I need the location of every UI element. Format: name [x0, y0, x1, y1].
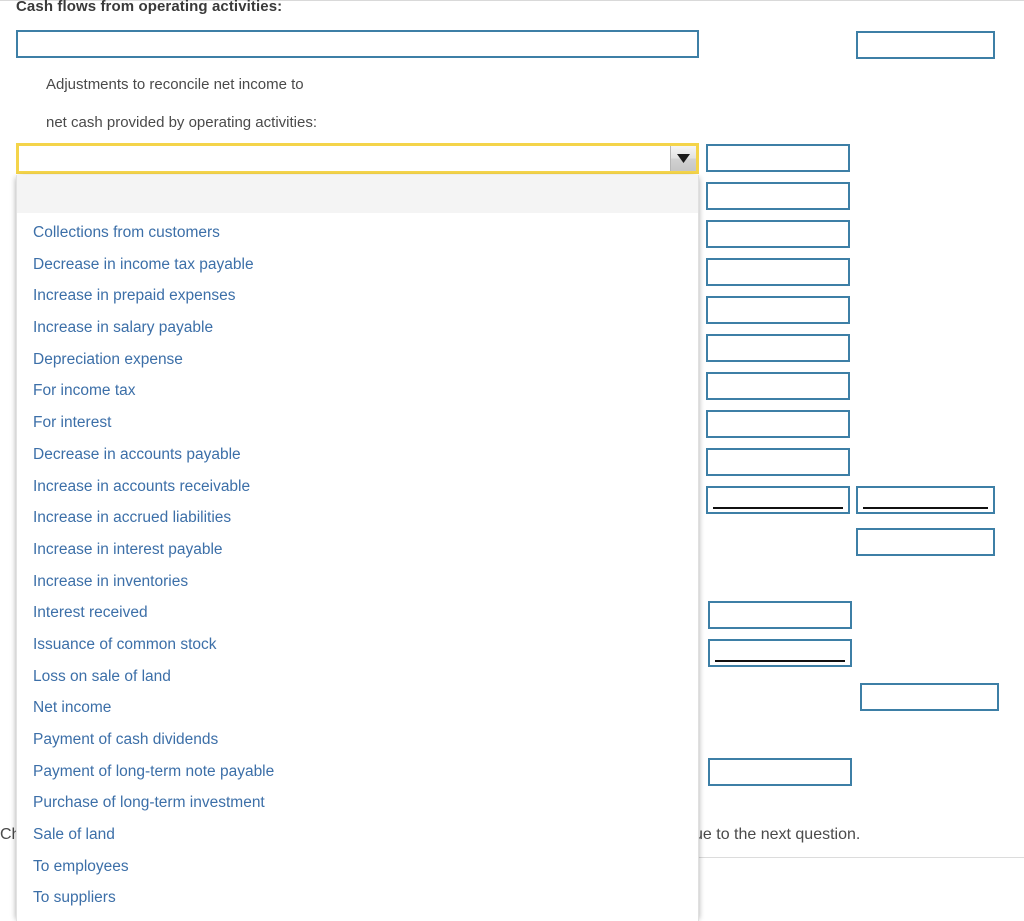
option-item[interactable]: Net income — [17, 692, 698, 724]
option-item[interactable]: Decrease in income tax payable — [17, 249, 698, 281]
amount-input-8[interactable] — [706, 410, 850, 438]
amount-input-right-1[interactable] — [856, 31, 995, 59]
amount-input-11[interactable] — [708, 758, 852, 786]
option-item[interactable]: For interest — [17, 407, 698, 439]
option-item[interactable]: Payment of long-term note payable — [17, 756, 698, 788]
option-item[interactable]: Increase in accounts receivable — [17, 471, 698, 503]
option-item[interactable]: Interest received — [17, 597, 698, 629]
amount-input-1[interactable] — [706, 144, 850, 172]
option-item[interactable]: Issuance of common stock — [17, 629, 698, 661]
option-item[interactable]: To suppliers — [17, 882, 698, 914]
amount-input-right-2[interactable] — [856, 528, 995, 556]
cash-flow-worksheet-page: Cash flows from operating activities: Ad… — [0, 0, 1024, 921]
amount-input-4[interactable] — [706, 258, 850, 286]
option-item[interactable]: Purchase of long-term investment — [17, 787, 698, 819]
total-underline — [713, 507, 843, 509]
operating-activities-select-listbox[interactable]: Collections from customers Decrease in in… — [16, 175, 699, 921]
option-item[interactable]: Collections from customers — [17, 217, 698, 249]
option-item[interactable]: Increase in accrued liabilities — [17, 502, 698, 534]
option-item[interactable]: Payment of cash dividends — [17, 724, 698, 756]
amount-input-right-3[interactable] — [860, 683, 999, 711]
amount-input-9[interactable] — [706, 448, 850, 476]
option-item[interactable]: Increase in inventories — [17, 566, 698, 598]
amount-input-3[interactable] — [706, 220, 850, 248]
subtotal-input-1[interactable] — [706, 486, 850, 514]
amount-input-10[interactable] — [708, 601, 852, 629]
total-input-1[interactable] — [856, 486, 995, 514]
footer-text-right: ue to the next question. — [694, 826, 861, 843]
option-item[interactable]: Sale of land — [17, 819, 698, 851]
operating-activities-select[interactable] — [16, 143, 699, 174]
option-blank[interactable] — [17, 175, 698, 214]
amount-input-2[interactable] — [706, 182, 850, 210]
option-item[interactable]: To employees — [17, 851, 698, 883]
option-item[interactable]: Increase in prepaid expenses — [17, 280, 698, 312]
description-input-1[interactable] — [16, 30, 699, 58]
option-item[interactable]: Increase in interest payable — [17, 534, 698, 566]
total-underline — [863, 507, 988, 509]
option-item[interactable]: Loss on sale of land — [17, 661, 698, 693]
chevron-down-icon[interactable] — [670, 146, 696, 171]
option-list: Collections from customers Decrease in in… — [17, 214, 698, 914]
adjustments-label-line-2: net cash provided by operating activitie… — [46, 114, 317, 131]
option-item[interactable]: Decrease in accounts payable — [17, 439, 698, 471]
amount-input-5[interactable] — [706, 296, 850, 324]
page-title: Cash flows from operating activities: — [16, 0, 283, 15]
adjustments-label-line-1: Adjustments to reconcile net income to — [46, 76, 304, 93]
subtotal-input-2[interactable] — [708, 639, 852, 667]
amount-input-6[interactable] — [706, 334, 850, 362]
total-underline — [715, 660, 845, 662]
option-item[interactable]: Depreciation expense — [17, 344, 698, 376]
amount-input-7[interactable] — [706, 372, 850, 400]
option-item[interactable]: Increase in salary payable — [17, 312, 698, 344]
option-item[interactable]: For income tax — [17, 375, 698, 407]
